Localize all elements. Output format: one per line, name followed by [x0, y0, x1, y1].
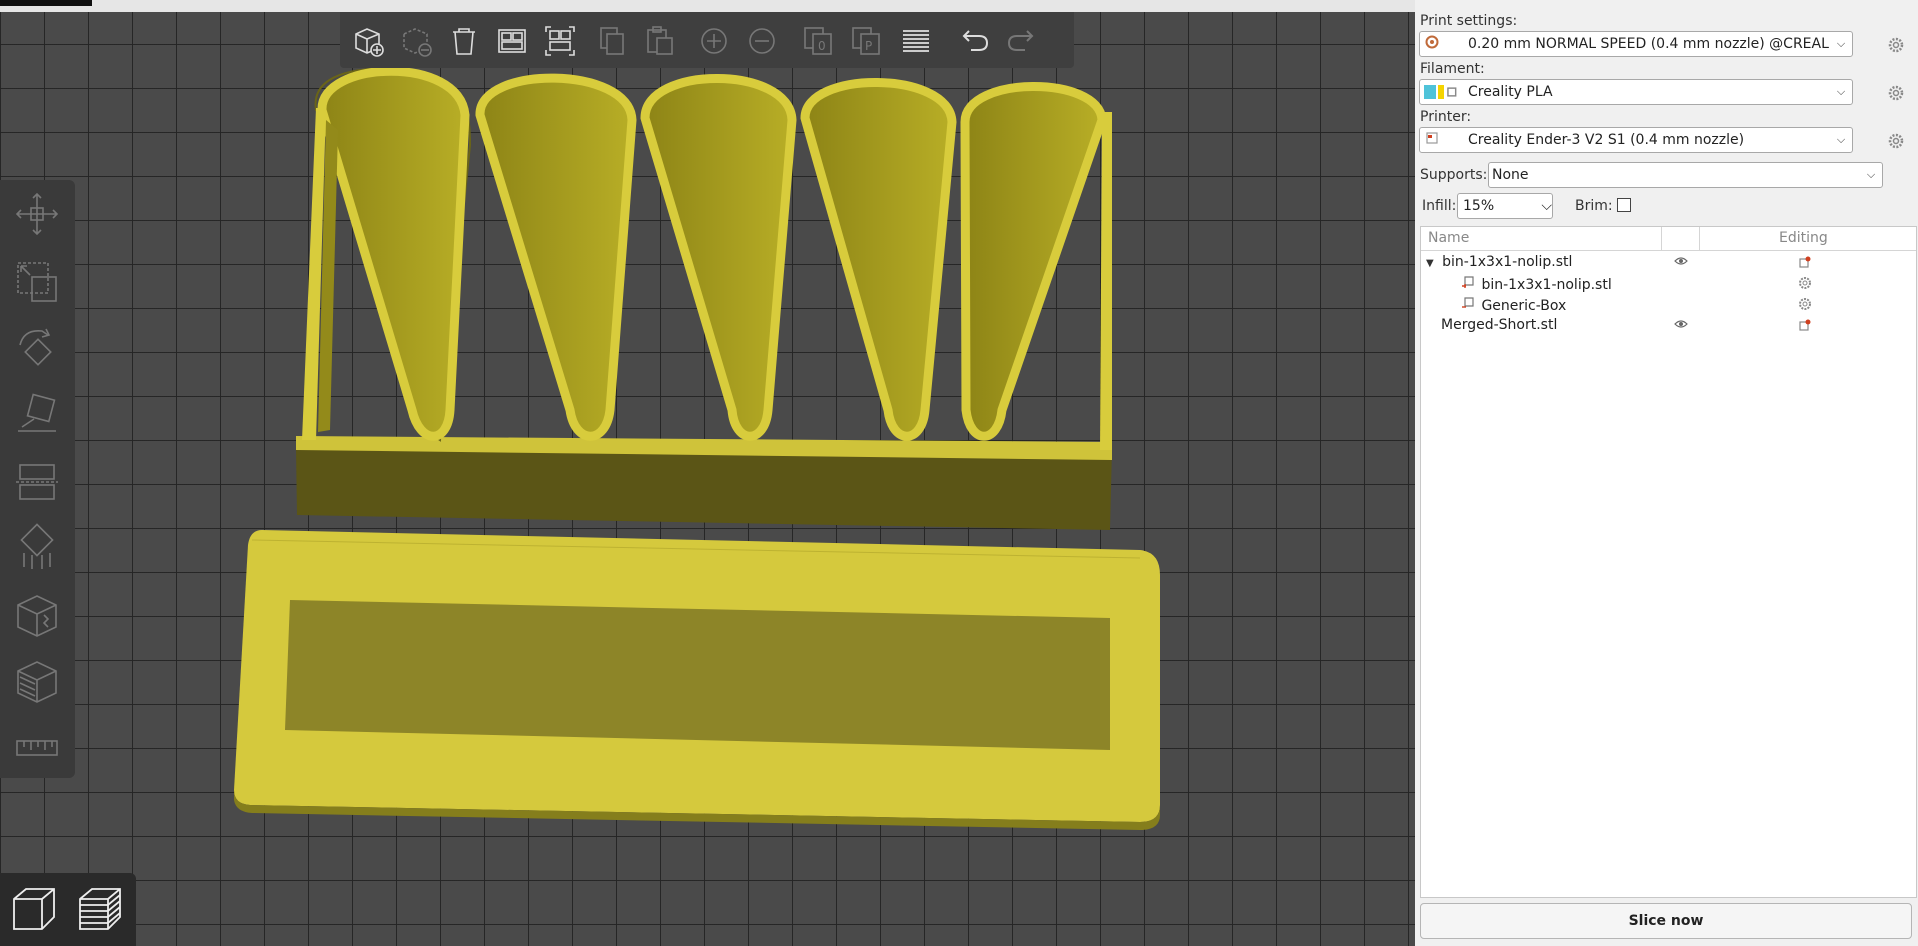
- split-objects-icon[interactable]: 0: [798, 21, 838, 61]
- expand-arrow-icon[interactable]: ▼: [1426, 258, 1434, 269]
- settings-sidebar: Print settings: 0.20 mm NORMAL SPEED (0.…: [1415, 0, 1918, 946]
- add-instance-icon[interactable]: [694, 21, 734, 61]
- print-settings-value: 0.20 mm NORMAL SPEED (0.4 mm nozzle) @CR…: [1468, 36, 1830, 52]
- supports-combo[interactable]: None ⌵: [1488, 162, 1883, 188]
- move-icon[interactable]: [8, 186, 66, 242]
- filament-color-swatch: [1420, 85, 1458, 99]
- supports-label: Supports:: [1420, 167, 1488, 183]
- arrange-selection-icon[interactable]: [540, 21, 580, 61]
- printer-label: Printer:: [1420, 109, 1472, 125]
- rotate-icon[interactable]: [8, 320, 66, 376]
- preview-icon[interactable]: [72, 881, 128, 937]
- undo-icon[interactable]: [954, 21, 994, 61]
- split-parts-icon[interactable]: P: [846, 21, 886, 61]
- printer-value: Creality Ender-3 V2 S1 (0.4 mm nozzle): [1468, 132, 1745, 148]
- arrange-icon[interactable]: [492, 21, 532, 61]
- infill-value: 15%: [1463, 198, 1495, 214]
- paste-icon[interactable]: [640, 21, 680, 61]
- chevron-down-icon: ⌵: [1836, 85, 1846, 98]
- print-settings-label: Print settings:: [1420, 13, 1518, 29]
- column-name[interactable]: Name: [1428, 230, 1469, 246]
- infill-label: Infill:: [1422, 198, 1457, 214]
- cut-icon[interactable]: [8, 454, 66, 510]
- object-list-header: Name Editing: [1421, 227, 1916, 251]
- seam-paint-icon[interactable]: [8, 588, 66, 644]
- copy-icon[interactable]: [592, 21, 632, 61]
- 3d-viewport[interactable]: 0 P: [0, 0, 1415, 946]
- bin-model[interactable]: [296, 66, 1112, 530]
- edit-object-icon[interactable]: [1798, 318, 1812, 336]
- supports-value: None: [1492, 167, 1529, 183]
- 3d-view-icon[interactable]: [6, 881, 62, 937]
- scene-models[interactable]: [0, 0, 1415, 946]
- bin-compartments: [317, 66, 1107, 441]
- brim-label: Brim:: [1575, 198, 1613, 214]
- printer-icon: [1420, 131, 1444, 149]
- infill-combo[interactable]: 15% ⌵: [1457, 193, 1553, 219]
- filament-combo[interactable]: Creality PLA ⌵: [1419, 79, 1853, 105]
- redo-icon[interactable]: [1002, 21, 1042, 61]
- place-on-face-icon[interactable]: [8, 386, 66, 442]
- eye-icon[interactable]: [1674, 255, 1688, 271]
- brim-checkbox[interactable]: [1617, 198, 1631, 212]
- left-gizmo-toolbar: [0, 180, 75, 778]
- svg-text:P: P: [865, 39, 872, 53]
- delete-icon[interactable]: [396, 21, 436, 61]
- printer-combo[interactable]: Creality Ender-3 V2 S1 (0.4 mm nozzle) ⌵: [1419, 127, 1853, 153]
- add-icon[interactable]: [348, 21, 388, 61]
- settings-gear-icon[interactable]: [1798, 297, 1812, 315]
- measure-icon[interactable]: [8, 720, 66, 776]
- settings-gear-icon[interactable]: [1798, 276, 1812, 294]
- eye-icon[interactable]: [1674, 318, 1688, 334]
- part-name: Generic-Box: [1481, 298, 1567, 314]
- filament-gear-icon[interactable]: [1887, 84, 1905, 102]
- chevron-down-icon: ⌵: [1541, 198, 1552, 214]
- object-list[interactable]: Name Editing ▼ bin-1x3x1-nolip.stl bin-1…: [1420, 226, 1917, 898]
- filament-label: Filament:: [1420, 61, 1485, 77]
- chevron-down-icon: ⌵: [1836, 133, 1846, 146]
- list-item[interactable]: Merged-Short.stl: [1441, 317, 1906, 337]
- view-toggle-bar: [0, 873, 136, 946]
- modifier-icon: [1461, 297, 1475, 314]
- delete-all-icon[interactable]: [444, 21, 484, 61]
- chevron-down-icon: ⌵: [1836, 37, 1846, 50]
- svg-text:0: 0: [818, 39, 826, 53]
- slice-now-button[interactable]: Slice now: [1420, 903, 1912, 939]
- print-settings-combo[interactable]: 0.20 mm NORMAL SPEED (0.4 mm nozzle) @CR…: [1419, 31, 1853, 57]
- object-name: bin-1x3x1-nolip.stl: [1442, 254, 1573, 270]
- top-toolbar: 0 P: [340, 12, 1074, 68]
- layers-editing-icon[interactable]: [896, 21, 936, 61]
- baseplate-model[interactable]: [234, 530, 1160, 830]
- edit-object-icon[interactable]: [1798, 255, 1812, 273]
- support-paint-icon[interactable]: [8, 520, 66, 576]
- part-name: bin-1x3x1-nolip.stl: [1481, 277, 1612, 293]
- object-name: Merged-Short.stl: [1441, 317, 1558, 333]
- list-item[interactable]: bin-1x3x1-nolip.stl: [1461, 275, 1906, 295]
- column-editing[interactable]: Editing: [1779, 230, 1828, 246]
- part-icon: [1461, 276, 1475, 293]
- scale-icon[interactable]: [8, 254, 66, 310]
- chevron-down-icon: ⌵: [1866, 168, 1876, 181]
- remove-instance-icon[interactable]: [742, 21, 782, 61]
- mmu-paint-icon[interactable]: [8, 654, 66, 710]
- settings-profile-icon: [1420, 35, 1444, 53]
- list-item[interactable]: ▼ bin-1x3x1-nolip.stl: [1426, 254, 1906, 274]
- filament-value: Creality PLA: [1468, 84, 1553, 100]
- printer-gear-icon[interactable]: [1887, 132, 1905, 150]
- list-item[interactable]: Generic-Box: [1461, 296, 1906, 316]
- print-settings-gear-icon[interactable]: [1887, 36, 1905, 54]
